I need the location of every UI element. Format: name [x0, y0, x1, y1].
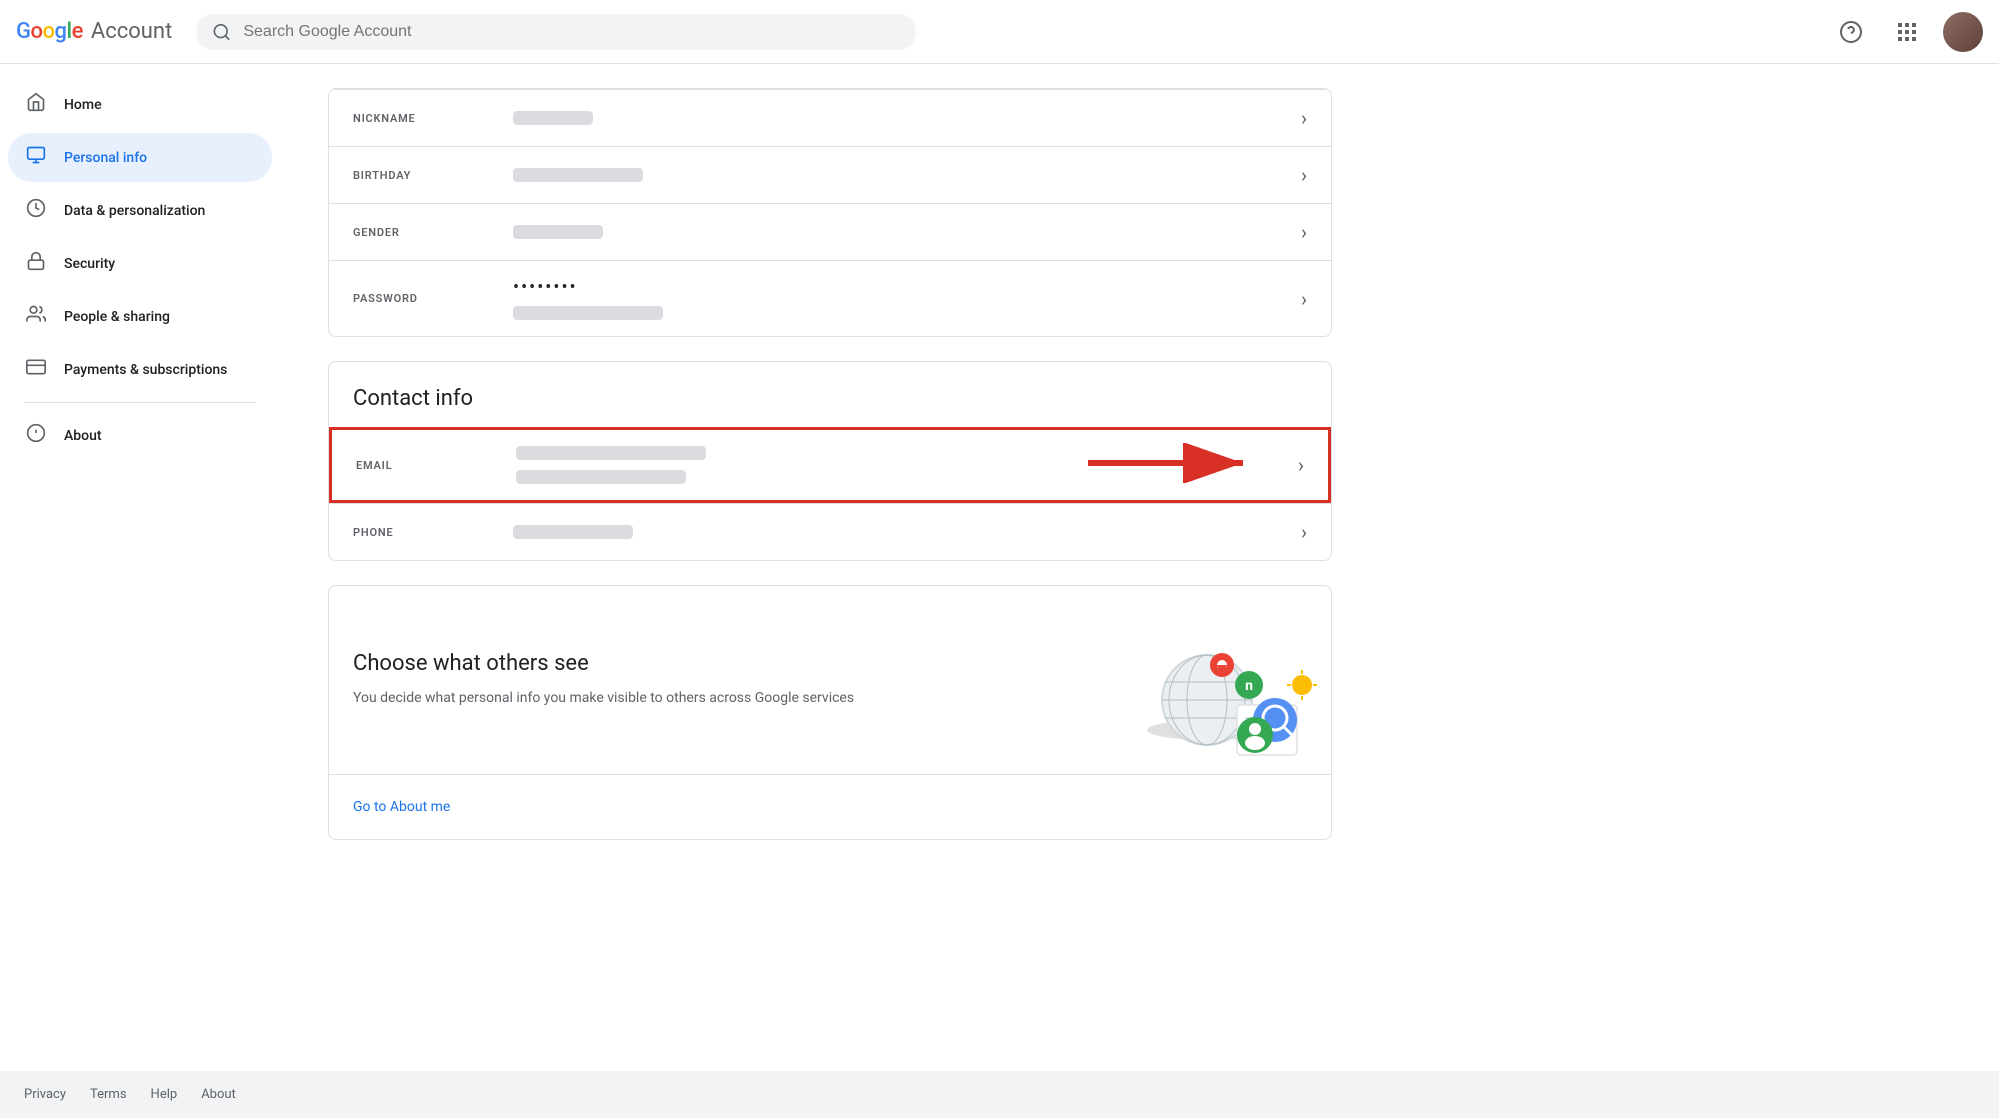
email-chevron: › [1298, 453, 1304, 477]
header-actions [1831, 12, 1983, 52]
choose-card-body: Choose what others see You decide what p… [329, 586, 1331, 774]
main-layout: Home Personal info Data & personalizatio… [0, 64, 1999, 1118]
birthday-row[interactable]: BIRTHDAY › [329, 146, 1331, 203]
choose-card-text: Choose what others see You decide what p… [353, 651, 1083, 709]
choose-card-desc: You decide what personal info you make v… [353, 688, 873, 709]
footer: Privacy Terms Help About [0, 1071, 1999, 1118]
nickname-label: NICKNAME [353, 112, 513, 125]
phone-blurred [513, 525, 633, 539]
account-logo-text: Account [91, 19, 172, 44]
sidebar-item-home[interactable]: Home [8, 80, 272, 129]
people-sharing-icon [24, 304, 48, 329]
gender-blurred [513, 225, 603, 239]
sidebar-item-about-label: About [64, 428, 102, 444]
avatar[interactable] [1943, 12, 1983, 52]
gender-label: GENDER [353, 226, 513, 239]
google-account-logo[interactable]: Google Account [16, 19, 172, 44]
password-row[interactable]: PASSWORD •••••••• › [329, 260, 1331, 336]
choose-others-card: Choose what others see You decide what p… [328, 585, 1332, 840]
email-row[interactable]: EMAIL › [329, 427, 1331, 503]
svg-text:n: n [1245, 678, 1253, 694]
contact-info-card: Contact info EMAIL [328, 361, 1332, 561]
footer-help-link[interactable]: Help [151, 1087, 178, 1102]
basic-info-card: NICKNAME › BIRTHDAY › GENDER [328, 88, 1332, 337]
sidebar-item-personal-info-label: Personal info [64, 150, 147, 166]
sidebar: Home Personal info Data & personalizatio… [0, 64, 280, 1118]
sidebar-item-about[interactable]: About [8, 411, 272, 460]
personal-info-icon [24, 145, 48, 170]
apps-button[interactable] [1887, 12, 1927, 52]
sidebar-item-people-label: People & sharing [64, 309, 170, 325]
search-bar[interactable] [196, 14, 916, 50]
header: Google Account [0, 0, 1999, 64]
sidebar-item-personal-info[interactable]: Personal info [8, 133, 272, 182]
google-logo-text: Google [16, 19, 83, 44]
payments-icon [24, 357, 48, 382]
sidebar-item-data-personalization[interactable]: Data & personalization [8, 186, 272, 235]
footer-privacy-link[interactable]: Privacy [24, 1087, 66, 1102]
gender-row[interactable]: GENDER › [329, 203, 1331, 260]
password-label: PASSWORD [353, 292, 513, 305]
sidebar-item-payments-label: Payments & subscriptions [64, 362, 227, 378]
choose-card-illustration: n [1107, 610, 1307, 750]
sidebar-item-security[interactable]: Security [8, 239, 272, 288]
choose-card-title: Choose what others see [353, 651, 1083, 676]
password-value: •••••••• [513, 277, 1285, 320]
contact-info-title: Contact info [329, 362, 1331, 427]
sidebar-item-people-sharing[interactable]: People & sharing [8, 292, 272, 341]
birthday-value [513, 168, 1285, 182]
phone-value [513, 525, 1285, 539]
password-dots: •••••••• [513, 277, 1285, 298]
main-content: NICKNAME › BIRTHDAY › GENDER [280, 64, 1380, 1118]
footer-about-link[interactable]: About [201, 1087, 236, 1102]
birthday-label: BIRTHDAY [353, 169, 513, 182]
sidebar-item-security-label: Security [64, 256, 115, 272]
gender-chevron: › [1301, 220, 1307, 244]
nickname-row[interactable]: NICKNAME › [329, 89, 1331, 146]
footer-terms-link[interactable]: Terms [90, 1087, 127, 1102]
sidebar-item-data-label: Data & personalization [64, 203, 205, 219]
gender-value [513, 225, 1285, 239]
phone-chevron: › [1301, 520, 1307, 544]
help-button[interactable] [1831, 12, 1871, 52]
birthday-chevron: › [1301, 163, 1307, 187]
phone-row[interactable]: PHONE › [329, 503, 1331, 560]
sidebar-item-home-label: Home [64, 97, 102, 113]
security-icon [24, 251, 48, 276]
email-label: EMAIL [356, 459, 516, 472]
nickname-value [513, 111, 1285, 125]
search-input[interactable] [243, 23, 900, 41]
password-date-blurred [513, 306, 663, 320]
red-arrow [1088, 443, 1268, 487]
home-icon [24, 92, 48, 117]
nickname-blurred [513, 111, 593, 125]
search-icon [212, 22, 231, 42]
sidebar-item-payments[interactable]: Payments & subscriptions [8, 345, 272, 394]
about-icon [24, 423, 48, 448]
phone-label: PHONE [353, 526, 513, 539]
help-icon [1839, 20, 1863, 44]
password-chevron: › [1301, 287, 1307, 311]
data-personalization-icon [24, 198, 48, 223]
nickname-chevron: › [1301, 106, 1307, 130]
birthday-blurred [513, 168, 643, 182]
sidebar-divider [24, 402, 256, 403]
email-blurred-2 [516, 470, 686, 484]
apps-icon [1895, 20, 1919, 44]
email-blurred-1 [516, 446, 706, 460]
go-to-about-me-link[interactable]: Go to About me [329, 774, 1331, 839]
